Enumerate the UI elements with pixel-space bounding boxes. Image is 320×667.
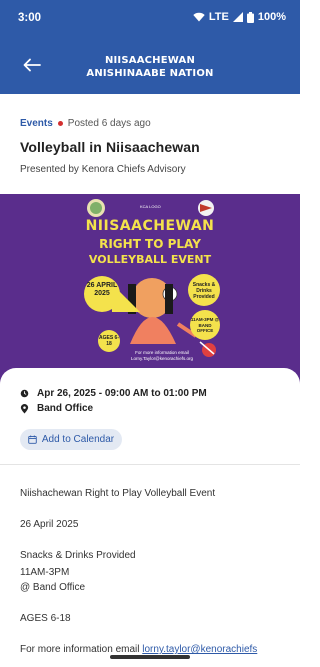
description-line: Niishachewan Right to Play Volleyball Ev… xyxy=(20,488,216,499)
home-indicator[interactable] xyxy=(110,655,190,659)
header-title: NIISAACHEWAN ANISHINAABE NATION xyxy=(60,54,240,80)
poster-info-text: For more information email Lorny.Taylor@… xyxy=(130,350,193,361)
map-pin-icon xyxy=(20,403,29,414)
arrow-left-icon xyxy=(23,58,41,72)
poster-title-line2: RIGHT TO PLAY xyxy=(99,237,201,251)
posted-time: Posted 6 days ago xyxy=(67,118,151,129)
category-tag[interactable]: Events xyxy=(20,118,53,129)
poster-top-label: KCA LOGO xyxy=(140,204,161,209)
status-bar: 3:00 LTE 100% xyxy=(0,0,300,36)
description-line: @ Band Office xyxy=(20,582,85,593)
add-to-calendar-label: Add to Calendar xyxy=(41,434,115,445)
status-indicators: LTE 100% xyxy=(193,11,286,23)
contact-prefix: For more information email xyxy=(20,644,143,655)
description-line-contact: For more information email lorny.taylor@… xyxy=(20,644,257,655)
header-title-line1: NIISAACHEWAN xyxy=(104,55,196,66)
new-dot-icon xyxy=(57,121,63,126)
back-button[interactable] xyxy=(20,53,44,77)
header-title-line2: ANISHINAABE NATION xyxy=(86,68,214,79)
presented-by: Presented by Kenora Chiefs Advisory xyxy=(20,164,186,175)
poster-ages-badge: AGES 6-18 xyxy=(98,330,120,352)
description-line: Snacks & Drinks Provided xyxy=(20,550,136,561)
calendar-icon xyxy=(28,435,37,444)
clock-icon xyxy=(20,389,29,398)
event-location-row: Band Office xyxy=(20,403,93,414)
network-label: LTE xyxy=(208,11,229,23)
section-divider xyxy=(0,464,300,465)
signal-icon xyxy=(232,12,243,22)
event-datetime-row: Apr 26, 2025 - 09:00 AM to 01:00 PM xyxy=(20,388,207,399)
event-meta-row: Events Posted 6 days ago xyxy=(20,118,151,129)
description-line: 26 April 2025 xyxy=(20,519,79,530)
poster-title-line3: VOLLEYBALL EVENT xyxy=(88,253,212,266)
event-location[interactable]: Band Office xyxy=(37,403,93,414)
event-header: Events Posted 6 days ago Volleyball in N… xyxy=(0,94,300,194)
email-link[interactable]: lorny.taylor@kenorachiefs xyxy=(142,644,257,655)
poster-time-badge: 11AM-3PM @ BAND OFFICE xyxy=(190,310,220,340)
description-line: AGES 6-18 xyxy=(20,613,71,624)
details-sheet: Apr 26, 2025 - 09:00 AM to 01:00 PM Band… xyxy=(0,368,300,667)
poster-title-line1: NIISAACHEWAN xyxy=(85,218,215,234)
battery-icon xyxy=(246,11,254,23)
event-datetime: Apr 26, 2025 - 09:00 AM to 01:00 PM xyxy=(37,388,207,399)
poster-snacks-badge: Snacks & Drinks Provided xyxy=(188,274,220,306)
wifi-icon xyxy=(193,12,205,22)
add-to-calendar-button[interactable]: Add to Calendar xyxy=(20,429,122,450)
description-line: 11AM-3PM xyxy=(20,567,70,578)
event-title: Volleyball in Niisaachewan xyxy=(20,139,200,155)
event-poster[interactable]: KCA LOGO NIISAACHEWAN RIGHT TO PLAY VOLL… xyxy=(0,194,300,384)
app-header: 3:00 LTE 100% NIISAACHEWAN ANISHINAABE N… xyxy=(0,0,300,94)
status-time: 3:00 xyxy=(18,12,42,24)
battery-label: 100% xyxy=(257,11,286,23)
poster-date-badge: 26 APRIL 2025 xyxy=(84,276,120,312)
